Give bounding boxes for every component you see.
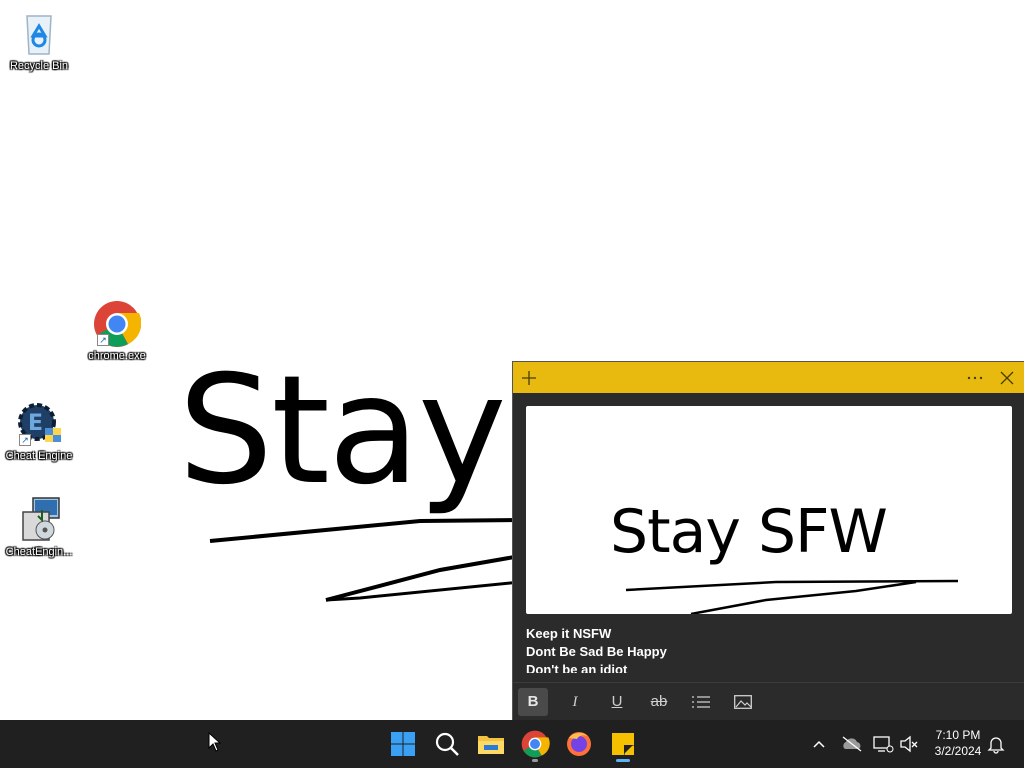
sticky-notes-icon[interactable] [607, 728, 639, 762]
desktop-icon-recycle-bin[interactable]: Recycle Bin [0, 10, 78, 72]
note-content[interactable]: Keep it NSFW Dont Be Sad Be Happy Don't … [526, 625, 1012, 673]
taskbar: 7:10 PM 3/2/2024 [0, 720, 1024, 768]
note-image[interactable]: Stay SFW [526, 406, 1012, 614]
underline-button[interactable]: U [602, 688, 632, 716]
desktop-icon-label: chrome.exe [88, 350, 146, 362]
cheat-engine-icon: E ↗ [15, 400, 63, 448]
firefox-icon[interactable] [563, 728, 595, 760]
note-line: Keep it NSFW [526, 626, 612, 641]
file-explorer-icon[interactable] [475, 728, 507, 760]
installer-icon [15, 496, 63, 544]
desktop-icon-chrome[interactable]: ↗ chrome.exe [78, 300, 156, 362]
mouse-cursor-icon [208, 731, 222, 752]
desktop-icon-label: Cheat Engine [5, 450, 73, 462]
note-line: Dont Be Sad Be Happy [526, 644, 667, 659]
note-line: Don't be an idiot [526, 662, 628, 673]
running-indicator [532, 759, 538, 762]
desktop-icon-label: CheatEngin... [5, 546, 73, 558]
active-indicator [616, 759, 630, 762]
recycle-bin-icon [15, 10, 63, 58]
shortcut-arrow-icon: ↗ [97, 334, 109, 346]
plus-icon[interactable] [513, 362, 545, 393]
chevron-up-icon[interactable] [808, 734, 830, 754]
note-format-toolbar: B I U ab [513, 682, 1024, 721]
note-image-scribble [625, 579, 959, 614]
desktop-icon-cheat-engine-installer[interactable]: CheatEngin... [0, 496, 78, 558]
network-icon[interactable] [872, 734, 894, 754]
add-image-icon[interactable] [728, 688, 758, 716]
sticky-note-header[interactable] [513, 362, 1024, 393]
desktop-icon-cheat-engine[interactable]: E ↗ Cheat Engine [0, 400, 78, 462]
sticky-note-window[interactable]: Stay SFW Keep it NSFW Dont Be Sad Be Hap… [512, 361, 1024, 721]
onedrive-offline-icon[interactable] [840, 734, 864, 754]
bold-button[interactable]: B [518, 688, 548, 716]
clock-time: 7:10 PM [935, 728, 981, 742]
svg-text:E: E [28, 411, 43, 436]
notification-bell-icon[interactable] [986, 734, 1006, 754]
bulleted-list-icon[interactable] [686, 688, 716, 716]
chrome-icon[interactable] [519, 728, 551, 762]
start-icon[interactable] [387, 728, 419, 760]
clock[interactable]: 7:10 PM 3/2/2024 [926, 728, 990, 758]
italic-button[interactable]: I [560, 688, 590, 716]
volume-muted-icon[interactable] [898, 734, 920, 754]
more-icon[interactable] [959, 362, 991, 393]
shortcut-arrow-icon: ↗ [19, 434, 31, 446]
chrome-icon: ↗ [93, 300, 142, 348]
clock-date: 3/2/2024 [934, 744, 982, 758]
strikethrough-button[interactable]: ab [644, 688, 674, 716]
search-icon[interactable] [431, 728, 463, 760]
desktop-icon-label: Recycle Bin [9, 60, 69, 72]
close-icon[interactable] [991, 362, 1023, 393]
